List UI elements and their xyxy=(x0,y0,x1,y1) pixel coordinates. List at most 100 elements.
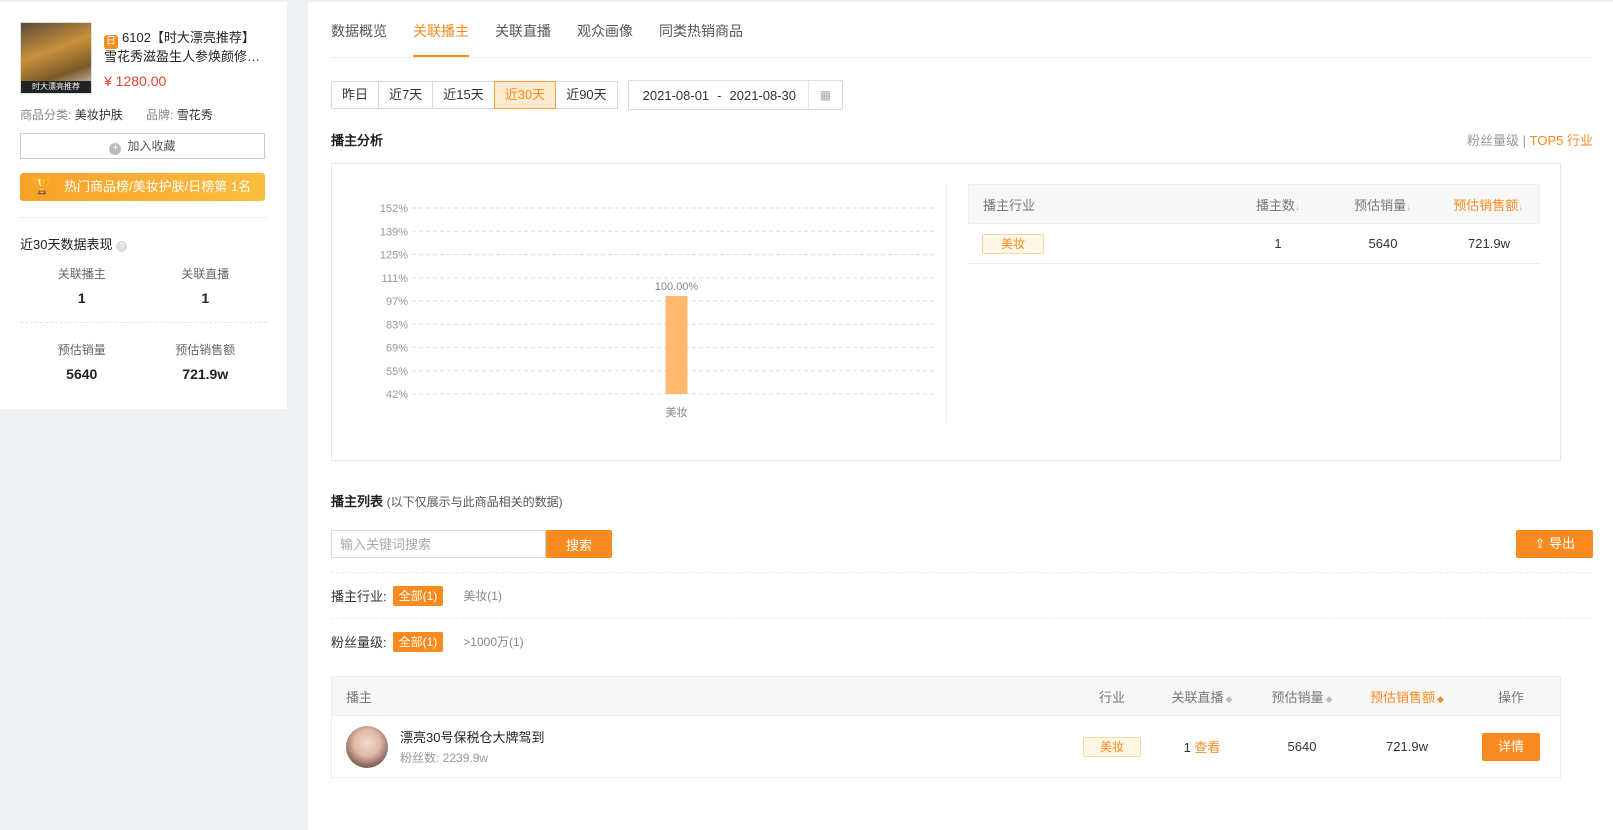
sort-icon: ◆ xyxy=(1325,693,1333,704)
th-action: 操作 xyxy=(1497,689,1524,705)
y-tick-label: 83% xyxy=(386,319,408,331)
search-input[interactable] xyxy=(331,530,546,558)
anchor-fans: 粉丝数: 2239.9w xyxy=(400,751,489,765)
perf-title: 近30天数据表现? xyxy=(20,234,267,253)
brand-label: 品牌: xyxy=(146,108,174,122)
y-tick-label: 97% xyxy=(386,296,408,308)
live-count: 1 xyxy=(1183,740,1191,755)
taobao-icon: 日 xyxy=(104,35,118,49)
anchor-name[interactable]: 漂亮30号保税仓大牌驾到 xyxy=(400,727,544,746)
tab-related-lives[interactable]: 关联直播 xyxy=(495,2,551,57)
category-label: 商品分类: xyxy=(20,108,72,122)
range-yesterday[interactable]: 昨日 xyxy=(331,81,380,109)
brand-value: 雪花秀 xyxy=(176,108,213,122)
th-amount[interactable]: 预估销售额 ◆ xyxy=(1352,687,1462,706)
th-anchor: 播主 xyxy=(346,689,373,705)
range-7d[interactable]: 近7天 xyxy=(378,81,434,109)
industry-chart: 42% 55% 69% 83% 97% 111% 125% 139% 152% 100.00% 美妆 xyxy=(352,184,947,424)
avatar[interactable] xyxy=(346,725,388,768)
industry-tag: 美妆 xyxy=(1082,736,1141,757)
x-tick-label: 美妆 xyxy=(666,406,688,419)
chart-svg: 42% 55% 69% 83% 97% 111% 125% 139% 152% 100.00% 美妆 xyxy=(380,203,937,419)
tab-similar-hot[interactable]: 同类热销商品 xyxy=(659,2,743,57)
filter-industry-beauty[interactable]: 美妆(1) xyxy=(457,586,508,606)
upload-icon: ⇪ xyxy=(1534,536,1549,551)
y-tick-label: 111% xyxy=(381,273,408,285)
cell-amount: 721.9w xyxy=(1386,739,1428,754)
product-image-caption: 时大漂亮推荐 xyxy=(21,81,91,93)
data-label: 100.00% xyxy=(655,281,699,293)
add-favorite-button[interactable]: + 加入收藏 xyxy=(20,133,265,159)
cell-amount: 721.9w xyxy=(1468,236,1510,251)
sort-icon: ◆ xyxy=(1437,693,1444,704)
bar-美妆 xyxy=(665,295,688,394)
tab-bar: 数据概览 关联播主 关联直播 观众画像 同类热销商品 xyxy=(331,2,1593,58)
search-button[interactable]: 搜索 xyxy=(546,530,613,558)
table-row: 美妆 1 5640 721.9w xyxy=(968,224,1540,264)
product-panel: 时大漂亮推荐 日 6102【时大漂亮推荐】 雪花秀滋盈生人参焕颜修护... ¥ 1… xyxy=(0,2,287,409)
detail-button[interactable]: 详情 xyxy=(1481,732,1540,761)
filter-industry-all[interactable]: 全部(1) xyxy=(392,585,444,606)
stat-related-anchors: 关联播主 1 xyxy=(57,267,106,306)
help-icon[interactable]: ? xyxy=(116,241,128,252)
th-count[interactable]: 播主数↓ xyxy=(1228,195,1328,214)
product-subtitle: 雪花秀滋盈生人参焕颜修护... xyxy=(104,49,269,64)
product-title[interactable]: 日 6102【时大漂亮推荐】 雪花秀滋盈生人参焕颜修护... xyxy=(104,30,269,65)
th-industry: 行业 xyxy=(1098,689,1125,705)
th-industry: 播主行业 xyxy=(983,197,1036,213)
filter-fans-10m[interactable]: >1000万(1) xyxy=(457,632,529,652)
th-sales[interactable]: 预估销量 ◆ xyxy=(1252,687,1352,706)
product-meta: 商品分类: 美妆护肤 品牌: 雪花秀 xyxy=(20,106,267,123)
filter-industry: 播主行业: 全部(1) 美妆(1) xyxy=(331,572,1593,618)
calendar-icon[interactable]: ▦ xyxy=(808,81,842,109)
analysis-title: 播主分析 xyxy=(331,133,384,148)
product-card: 时大漂亮推荐 日 6102【时大漂亮推荐】 雪花秀滋盈生人参焕颜修护... ¥ 1… xyxy=(20,22,269,94)
y-tick-label: 69% xyxy=(386,343,408,355)
th-amount[interactable]: 预估销售额↓ xyxy=(1437,195,1539,214)
anchor-table: 播主 行业 关联直播 ◆ 预估销量 ◆ 预估销售额 ◆ 操作 漂亮30号保税仓大牌驾到… xyxy=(331,676,1561,778)
cell-sales: 5640 xyxy=(1368,236,1398,251)
th-lives[interactable]: 关联直播 ◆ xyxy=(1152,687,1252,706)
y-tick-label: 139% xyxy=(380,226,408,238)
stat-est-amount: 预估销售额 721.9w xyxy=(175,343,236,382)
rank-banner[interactable]: 🏆 热门商品榜/美妆护肤/日榜第 1名 xyxy=(20,173,265,201)
cell-sales: 5640 xyxy=(1287,739,1317,754)
date-start: 2021-08-01 xyxy=(642,87,710,103)
th-sales[interactable]: 预估销量↓ xyxy=(1328,195,1438,214)
table-row: 漂亮30号保税仓大牌驾到 粉丝数: 2239.9w 美妆 1 查看 5640 7… xyxy=(332,715,1560,777)
tab-audience[interactable]: 观众画像 xyxy=(577,2,633,57)
sort-icon: ↓ xyxy=(1518,201,1524,213)
filter-fans-all[interactable]: 全部(1) xyxy=(392,631,444,652)
tab-related-anchors[interactable]: 关联播主 xyxy=(413,2,469,57)
stat-related-lives: 关联直播 1 xyxy=(181,267,230,306)
filter-fans: 粉丝量级: 全部(1) >1000万(1) xyxy=(331,618,1593,664)
range-90d[interactable]: 近90天 xyxy=(555,81,618,109)
sort-icon: ↓ xyxy=(1406,201,1412,213)
analysis-panel: 42% 55% 69% 83% 97% 111% 125% 139% 152% 100.00% 美妆… xyxy=(331,163,1561,461)
trophy-icon: 🏆 xyxy=(32,178,52,195)
list-note: (以下仅展示与此商品相关的数据) xyxy=(386,495,563,509)
view-lives-link[interactable]: 查看 xyxy=(1194,740,1220,755)
sort-icon: ↓ xyxy=(1294,201,1300,213)
tab-overview[interactable]: 数据概览 xyxy=(331,2,387,57)
cell-count: 1 xyxy=(1274,236,1282,251)
product-image[interactable]: 时大漂亮推荐 xyxy=(20,22,92,94)
product-price: ¥ 1280.00 xyxy=(104,73,167,89)
date-end: 2021-08-30 xyxy=(729,87,797,103)
y-tick-label: 125% xyxy=(380,250,408,262)
plus-icon: + xyxy=(109,143,122,155)
switch-fans-level[interactable]: 粉丝量级 xyxy=(1467,133,1519,148)
main-content: 数据概览 关联播主 关联直播 观众画像 同类热销商品 昨日 近7天 近15天 近… xyxy=(308,2,1613,830)
range-30d[interactable]: 近30天 xyxy=(493,81,557,109)
export-button[interactable]: ⇪ 导出 xyxy=(1516,530,1593,558)
sort-icon: ◆ xyxy=(1225,693,1233,704)
stat-est-sales: 预估销量 5640 xyxy=(57,343,106,382)
switch-top5-industry[interactable]: TOP5 行业 xyxy=(1530,133,1593,148)
category-value: 美妆护肤 xyxy=(74,108,123,122)
list-title: 播主列表 xyxy=(331,494,384,509)
date-picker[interactable]: 2021-08-01 - 2021-08-30 ▦ xyxy=(627,80,843,110)
industry-table: 播主行业 播主数↓ 预估销量↓ 预估销售额↓ 美妆 1 5640 721.9w xyxy=(968,184,1540,264)
range-15d[interactable]: 近15天 xyxy=(432,81,495,109)
y-tick-label: 42% xyxy=(386,389,408,401)
y-tick-label: 152% xyxy=(380,203,408,215)
